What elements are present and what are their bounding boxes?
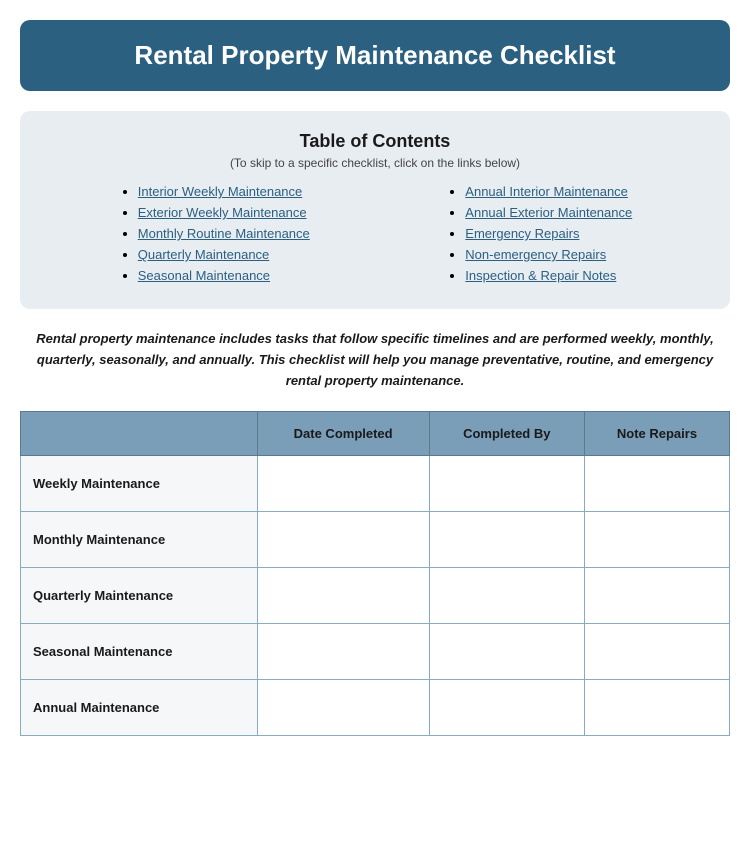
- toc-container: Table of Contents (To skip to a specific…: [20, 111, 730, 309]
- table-row: Quarterly Maintenance: [21, 568, 730, 624]
- page-title: Rental Property Maintenance Checklist: [50, 40, 700, 71]
- toc-link-interior-weekly[interactable]: Interior Weekly Maintenance: [138, 184, 303, 199]
- maintenance-table-container: Date Completed Completed By Note Repairs…: [20, 411, 730, 736]
- description-text: Rental property maintenance includes tas…: [30, 329, 720, 391]
- toc-item[interactable]: Seasonal Maintenance: [138, 268, 310, 283]
- row-notes-quarterly[interactable]: [584, 568, 729, 624]
- row-notes-seasonal[interactable]: [584, 624, 729, 680]
- row-completed-annual[interactable]: [429, 680, 584, 736]
- header-banner: Rental Property Maintenance Checklist: [20, 20, 730, 91]
- row-date-monthly[interactable]: [257, 512, 429, 568]
- row-completed-weekly[interactable]: [429, 456, 584, 512]
- row-notes-annual[interactable]: [584, 680, 729, 736]
- row-label-quarterly: Quarterly Maintenance: [21, 568, 258, 624]
- row-label-monthly: Monthly Maintenance: [21, 512, 258, 568]
- toc-link-annual-exterior[interactable]: Annual Exterior Maintenance: [465, 205, 632, 220]
- row-date-annual[interactable]: [257, 680, 429, 736]
- toc-title: Table of Contents: [50, 131, 700, 152]
- row-notes-weekly[interactable]: [584, 456, 729, 512]
- toc-item[interactable]: Annual Interior Maintenance: [465, 184, 632, 199]
- table-row: Monthly Maintenance: [21, 512, 730, 568]
- toc-item[interactable]: Exterior Weekly Maintenance: [138, 205, 310, 220]
- col-header-label: [21, 412, 258, 456]
- toc-columns: Interior Weekly Maintenance Exterior Wee…: [50, 184, 700, 289]
- toc-left-column: Interior Weekly Maintenance Exterior Wee…: [118, 184, 310, 289]
- table-row: Annual Maintenance: [21, 680, 730, 736]
- toc-link-seasonal[interactable]: Seasonal Maintenance: [138, 268, 270, 283]
- toc-item[interactable]: Non-emergency Repairs: [465, 247, 632, 262]
- toc-link-emergency-repairs[interactable]: Emergency Repairs: [465, 226, 579, 241]
- toc-link-non-emergency[interactable]: Non-emergency Repairs: [465, 247, 606, 262]
- toc-link-monthly-routine[interactable]: Monthly Routine Maintenance: [138, 226, 310, 241]
- toc-link-annual-interior[interactable]: Annual Interior Maintenance: [465, 184, 628, 199]
- table-row: Weekly Maintenance: [21, 456, 730, 512]
- row-completed-quarterly[interactable]: [429, 568, 584, 624]
- row-completed-monthly[interactable]: [429, 512, 584, 568]
- toc-link-inspection-notes[interactable]: Inspection & Repair Notes: [465, 268, 616, 283]
- row-date-quarterly[interactable]: [257, 568, 429, 624]
- row-notes-monthly[interactable]: [584, 512, 729, 568]
- toc-item[interactable]: Inspection & Repair Notes: [465, 268, 632, 283]
- toc-link-exterior-weekly[interactable]: Exterior Weekly Maintenance: [138, 205, 307, 220]
- toc-right-column: Annual Interior Maintenance Annual Exter…: [445, 184, 632, 289]
- table-row: Seasonal Maintenance: [21, 624, 730, 680]
- toc-link-quarterly[interactable]: Quarterly Maintenance: [138, 247, 270, 262]
- col-header-note-repairs: Note Repairs: [584, 412, 729, 456]
- row-completed-seasonal[interactable]: [429, 624, 584, 680]
- toc-item[interactable]: Quarterly Maintenance: [138, 247, 310, 262]
- col-header-completed-by: Completed By: [429, 412, 584, 456]
- row-label-weekly: Weekly Maintenance: [21, 456, 258, 512]
- row-label-annual: Annual Maintenance: [21, 680, 258, 736]
- maintenance-table: Date Completed Completed By Note Repairs…: [20, 411, 730, 736]
- toc-item[interactable]: Monthly Routine Maintenance: [138, 226, 310, 241]
- toc-item[interactable]: Interior Weekly Maintenance: [138, 184, 310, 199]
- col-header-date: Date Completed: [257, 412, 429, 456]
- table-header-row: Date Completed Completed By Note Repairs: [21, 412, 730, 456]
- toc-subtitle: (To skip to a specific checklist, click …: [50, 156, 700, 170]
- row-date-seasonal[interactable]: [257, 624, 429, 680]
- row-label-seasonal: Seasonal Maintenance: [21, 624, 258, 680]
- toc-item[interactable]: Emergency Repairs: [465, 226, 632, 241]
- toc-item[interactable]: Annual Exterior Maintenance: [465, 205, 632, 220]
- row-date-weekly[interactable]: [257, 456, 429, 512]
